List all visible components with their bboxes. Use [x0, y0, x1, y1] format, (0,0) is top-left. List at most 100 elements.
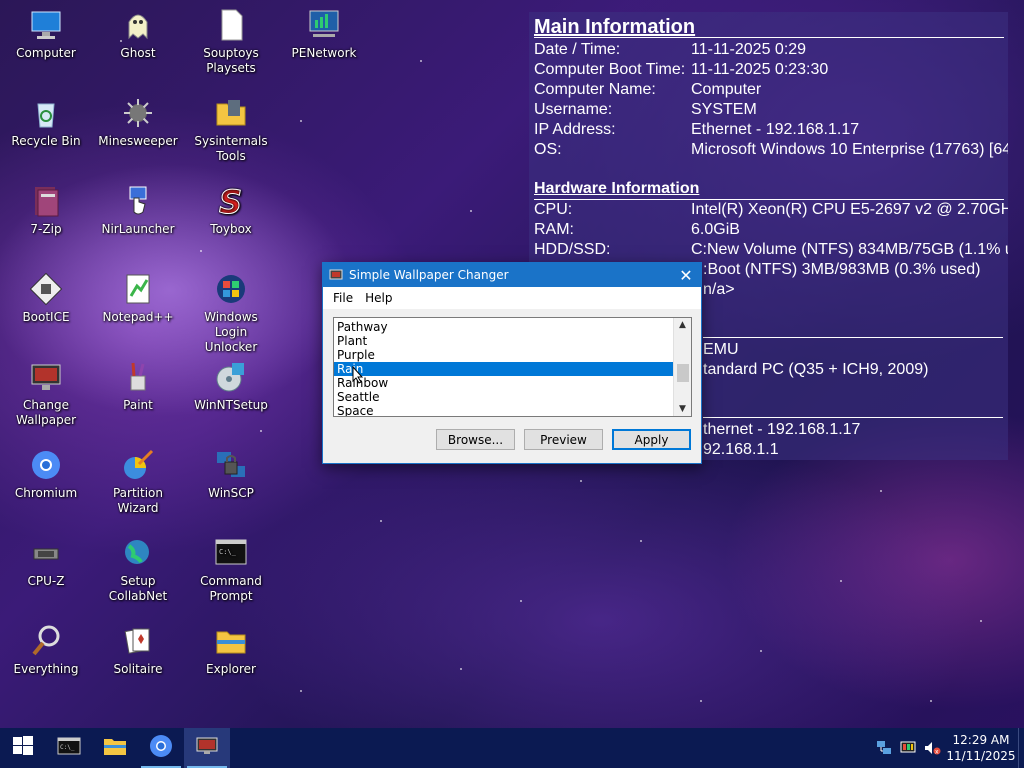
info-row-ram: RAM: 6.0GiB — [534, 221, 740, 238]
wallpaper-changer-icon — [195, 736, 219, 760]
mine-icon — [121, 96, 155, 130]
archive-icon — [29, 184, 63, 218]
main-info-title: Main Information — [534, 16, 696, 38]
desktop-icon-partition-wizard[interactable]: Partition Wizard — [92, 448, 184, 516]
info-row-datetime: Date / Time: 11-11-2025 0:29 — [534, 41, 807, 58]
desktop-icon-paint[interactable]: Paint — [92, 360, 184, 413]
info-row-boot-time: Computer Boot Time: 11-11-2025 0:23:30 — [534, 61, 829, 78]
cards-icon — [121, 624, 155, 658]
scroll-up-icon[interactable]: ▲ — [674, 318, 691, 332]
menu-bar: File Help — [323, 287, 701, 309]
setup-disc-icon — [214, 360, 248, 394]
network-icon — [307, 8, 341, 42]
list-item[interactable]: Seattle — [334, 390, 673, 404]
info-row-cpu: CPU: Intel(R) Xeon(R) CPU E5-2697 v2 @ 2.… — [534, 201, 1008, 218]
desktop-icon-cpu-z[interactable]: CPU-Z — [0, 536, 92, 589]
taskbar-command-prompt[interactable]: C:\_ — [46, 728, 92, 768]
desktop-icon-solitaire[interactable]: Solitaire — [92, 624, 184, 677]
desktop-icon-souptoys[interactable]: Souptoys Playsets — [185, 8, 277, 76]
clock-time: 12:29 AM — [952, 733, 1010, 747]
show-desktop-button[interactable] — [1018, 728, 1024, 768]
taskbar-clock[interactable]: 12:29 AM 11/11/2025 — [944, 732, 1018, 764]
dialog-buttons: Browse... Preview Apply — [436, 429, 691, 450]
display-tray-icon[interactable] — [896, 728, 920, 768]
info-value-emu: EMU — [703, 341, 739, 358]
globe-icon — [121, 536, 155, 570]
taskbar-wallpaper-changer[interactable] — [184, 728, 230, 768]
desktop-icon-everything[interactable]: Everything — [0, 624, 92, 677]
info-divider-4 — [703, 417, 1003, 418]
desktop-icon-sysinternals[interactable]: Sysinternals Tools — [185, 96, 277, 164]
taskbar-chromium[interactable] — [138, 728, 184, 768]
dialog-title: Simple Wallpaper Changer — [349, 268, 509, 282]
main-info-divider — [534, 37, 1004, 38]
wallpaper-monitor-icon — [29, 360, 63, 394]
system-tray: x 12:29 AM 11/11/2025 — [872, 728, 1024, 768]
chip-icon — [29, 536, 63, 570]
svg-text:C:\_: C:\_ — [219, 548, 237, 556]
recycle-bin-icon — [29, 96, 63, 130]
ghost-icon — [121, 8, 155, 42]
desktop-icon-winntsetup[interactable]: WinNTSetup — [185, 360, 277, 413]
info-value-net-ip: thernet - 192.168.1.17 — [703, 421, 861, 438]
mouse-cursor-icon — [352, 365, 364, 388]
desktop-icon-windows-login-unlocker[interactable]: Windows Login Unlocker — [185, 272, 277, 355]
chromium-icon — [29, 448, 63, 482]
clock-date: 11/11/2025 — [946, 749, 1016, 763]
info-row-hdd: HDD/SSD: C:New Volume (NTFS) 834MB/75GB (… — [534, 241, 1008, 258]
bootice-icon — [29, 272, 63, 306]
desktop-icon-nirlauncher[interactable]: NirLauncher — [92, 184, 184, 237]
desktop-icon-explorer[interactable]: Explorer — [185, 624, 277, 677]
svg-text:S: S — [219, 184, 242, 218]
desktop-icon-penetwork[interactable]: PENetwork — [278, 8, 370, 61]
desktop-icon-winscp[interactable]: WinSCP — [185, 448, 277, 501]
list-scrollbar[interactable]: ▲ ▼ — [673, 318, 691, 416]
desktop-icon-toybox[interactable]: S Toybox — [185, 183, 277, 237]
taskbar: C:\_ x 12:29 AM 11/11/2025 — [0, 728, 1024, 768]
list-item[interactable]: Rainbow — [334, 376, 673, 390]
info-value-na: n/a> — [703, 281, 735, 298]
list-item[interactable]: Pathway — [334, 320, 673, 334]
menu-file[interactable]: File — [327, 291, 359, 305]
wallpaper-listbox[interactable]: Pathway Plant Purple Rain Rainbow Seattl… — [333, 317, 692, 417]
notepad-icon — [121, 272, 155, 306]
desktop-icon-chromium[interactable]: Chromium — [0, 448, 92, 501]
wallpaper-app-icon — [329, 268, 343, 282]
list-item[interactable]: Space — [334, 404, 673, 416]
taskbar-file-explorer[interactable] — [92, 728, 138, 768]
list-item[interactable]: Plant — [334, 334, 673, 348]
scroll-down-icon[interactable]: ▼ — [674, 402, 691, 416]
folder-icon — [214, 624, 248, 658]
menu-help[interactable]: Help — [359, 291, 398, 305]
desktop-icon-minesweeper[interactable]: Minesweeper — [92, 96, 184, 149]
list-item[interactable]: Purple — [334, 348, 673, 362]
dialog-titlebar[interactable]: Simple Wallpaper Changer ✕ — [323, 263, 701, 287]
hardware-info-title: Hardware Information — [534, 180, 700, 197]
svg-text:x: x — [935, 749, 939, 756]
volume-muted-icon[interactable]: x — [920, 728, 944, 768]
desktop-icon-setup-collabnet[interactable]: Setup CollabNet — [92, 536, 184, 604]
start-button[interactable] — [0, 728, 46, 768]
desktop-icon-command-prompt[interactable]: C:\_ Command Prompt — [185, 536, 277, 604]
desktop-icon-change-wallpaper[interactable]: Change Wallpaper — [0, 360, 92, 428]
desktop-icon-7zip[interactable]: 7-Zip — [0, 184, 92, 237]
apply-button[interactable]: Apply — [612, 429, 691, 450]
windows-flag-icon — [214, 272, 248, 306]
folder-icon — [214, 96, 248, 130]
desktop-icon-ghost[interactable]: Ghost — [92, 8, 184, 61]
desktop-icon-bootice[interactable]: BootICE — [0, 272, 92, 325]
chromium-icon — [149, 734, 173, 762]
toybox-s-icon: S — [214, 183, 248, 222]
scroll-thumb[interactable] — [677, 364, 689, 382]
browse-button[interactable]: Browse... — [436, 429, 515, 450]
terminal-icon: C:\_ — [57, 736, 81, 760]
network-tray-icon[interactable] — [872, 728, 896, 768]
lock-computers-icon — [214, 448, 248, 482]
close-button[interactable]: ✕ — [671, 263, 701, 287]
info-value-boot-volume: :Boot (NTFS) 3MB/983MB (0.3% used) — [703, 261, 981, 278]
desktop-icon-recycle-bin[interactable]: Recycle Bin — [0, 96, 92, 149]
desktop-icon-notepadpp[interactable]: Notepad++ — [92, 272, 184, 325]
preview-button[interactable]: Preview — [524, 429, 603, 450]
desktop-icon-computer[interactable]: Computer — [0, 8, 92, 61]
list-item-selected[interactable]: Rain — [334, 362, 673, 376]
